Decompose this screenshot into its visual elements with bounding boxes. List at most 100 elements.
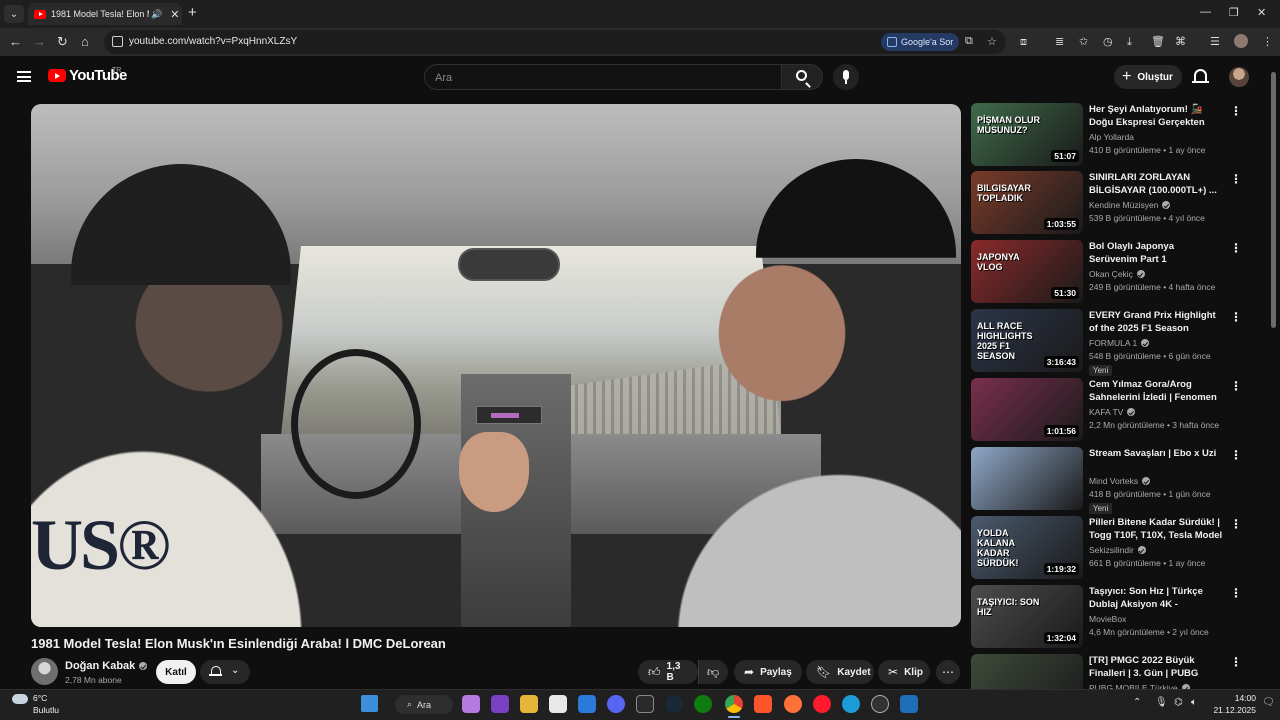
home-icon[interactable]: ⌂ [81, 34, 89, 50]
video-thumbnail[interactable]: YOLDA KALANA KADAR SÜRDÜK! 1:19:32 [971, 516, 1083, 579]
more-vertical-icon[interactable]: ⋮ [1230, 517, 1242, 531]
task-view-icon[interactable] [491, 695, 509, 713]
channel-name[interactable]: Okan Çekiç [1089, 269, 1133, 279]
dislike-button[interactable]: 👎︎ [698, 660, 728, 684]
discord-icon[interactable] [607, 695, 625, 713]
recommendation-item[interactable]: 1:01:56 Cem Yılmaz Gora/Arog Sahnelerini … [971, 378, 1251, 442]
more-vertical-icon[interactable]: ⋮ [1230, 586, 1242, 600]
chrome-icon[interactable] [725, 695, 743, 713]
firefox-icon[interactable] [784, 695, 802, 713]
browser-profile-avatar[interactable] [1234, 34, 1248, 48]
video-thumbnail[interactable]: JAPONYA VLOG 51:30 [971, 240, 1083, 303]
ask-google-button[interactable]: Google'a Sor [881, 33, 960, 51]
search-input[interactable] [435, 70, 765, 86]
video-thumbnail[interactable]: ALL RACE HIGHLIGHTS 2025 F1 SEASON 3:16:4… [971, 309, 1083, 372]
notifications-icon[interactable]: 🗨︎ [1262, 697, 1275, 708]
clip-button[interactable]: ✂ Klip [878, 660, 930, 684]
steam-client-icon[interactable] [900, 695, 918, 713]
microphone-tray-icon[interactable]: 🎙︎ [1155, 697, 1168, 708]
recommendation-item[interactable]: BILGISAYAR TOPLADIK 1:03:55 SINIRLARI ZORL… [971, 171, 1251, 235]
restore-button[interactable]: ❐ [1229, 6, 1239, 19]
windows-start-icon[interactable] [361, 695, 378, 712]
video-thumbnail[interactable]: PİŞMAN OLUR MUSUNUZ? 51:07 [971, 103, 1083, 166]
menu-hamburger-icon[interactable] [17, 71, 31, 82]
taskbar-search[interactable]: ⌕ Ara [395, 695, 453, 714]
url-text[interactable]: youtube.com/watch?v=PxqHnnXLZsY [129, 36, 297, 47]
channel-name[interactable]: KAFA TV [1089, 407, 1123, 417]
recommendation-title[interactable]: Stream Savaşları | Ebo x Uzi [1089, 447, 1225, 460]
address-bar[interactable]: youtube.com/watch?v=PxqHnnXLZsY Google'a… [104, 30, 1006, 54]
channel-avatar[interactable] [31, 658, 58, 685]
channel-name[interactable]: FORMULA 1 [1089, 338, 1137, 348]
recommendation-title[interactable]: Cem Yılmaz Gora/Arog Sahnelerini İzledi … [1089, 378, 1225, 404]
weather-description[interactable]: Bulutlu [33, 705, 59, 715]
recommendation-item[interactable]: TAŞIYICI: SON HIZ 1:32:04 Taşıyıcı: Son Hı… [971, 585, 1251, 649]
close-window-button[interactable]: ✕ [1257, 6, 1266, 19]
account-avatar[interactable] [1229, 67, 1249, 87]
recommendation-title[interactable]: EVERY Grand Prix Highlight of the 2025 F… [1089, 309, 1225, 335]
channel-name[interactable]: Sekizsilindir [1089, 545, 1134, 555]
install-app-icon[interactable]: ⧉ [965, 35, 973, 48]
tab-close-icon[interactable]: ✕ [170, 8, 179, 21]
cloud-weather-icon[interactable] [12, 694, 28, 704]
github-icon[interactable] [871, 695, 889, 713]
more-vertical-icon[interactable]: ⋮ [1230, 379, 1242, 393]
video-thumbnail[interactable]: TAŞIYICI: SON HIZ 1:32:04 [971, 585, 1083, 648]
recommendation-item[interactable]: JAPONYA VLOG 51:30 Bol Olaylı Japonya Serü… [971, 240, 1251, 304]
file-explorer-icon[interactable] [520, 695, 538, 713]
volume-icon[interactable]: 🔈︎ [1191, 697, 1197, 708]
recommendation-item[interactable]: ALL RACE HIGHLIGHTS 2025 F1 SEASON 3:16:4… [971, 309, 1251, 376]
trash-icon[interactable]: 🗑 [1151, 35, 1165, 49]
brave-icon[interactable] [754, 695, 772, 713]
more-vertical-icon[interactable]: ⋮ [1230, 172, 1242, 186]
create-button[interactable]: + Oluştur [1114, 65, 1182, 89]
recommendation-title[interactable]: Bol Olaylı Japonya Serüvenim Part 1 [1089, 240, 1225, 266]
translate-icon[interactable]: ⌘ [1175, 35, 1186, 49]
search-box[interactable] [424, 64, 782, 90]
site-info-icon[interactable] [112, 36, 123, 47]
video-player[interactable]: US® [31, 104, 961, 627]
reading-list-icon[interactable]: ☰ [1210, 35, 1220, 49]
recommendation-title[interactable]: Taşıyıcı: Son Hız | Türkçe Dublaj Aksiyo… [1089, 585, 1225, 611]
edge-icon[interactable] [842, 695, 860, 713]
extensions-icon[interactable]: ⧈ [1020, 35, 1027, 49]
recommendation-title[interactable]: [TR] PMGC 2022 Büyük Finalleri | 3. Gün … [1089, 654, 1225, 680]
recommendation-item[interactable]: PİŞMAN OLUR MUSUNUZ? 51:07 Her Şeyi Anlatı… [971, 103, 1251, 167]
recommendation-item[interactable]: YOLDA KALANA KADAR SÜRDÜK! 1:19:32 Pilleri… [971, 516, 1251, 580]
tab-list-button[interactable]: ⌄ [4, 5, 24, 23]
recommendation-channel[interactable]: KAFA TV [1089, 407, 1136, 417]
recommendation-title[interactable]: Her Şeyi Anlatıyorum! 🚂 Doğu Ekspresi Ge… [1089, 103, 1225, 129]
weather-temperature[interactable]: 6°C [33, 693, 47, 703]
channel-name-row[interactable]: Doğan Kabak [65, 660, 148, 672]
bookmark-star-icon[interactable]: ☆ [987, 35, 997, 48]
network-icon[interactable]: ⌬ [1174, 697, 1183, 708]
recommendation-channel[interactable]: MovieBox [1089, 614, 1126, 624]
clock-time[interactable]: 14:00 [1224, 693, 1256, 703]
recommendation-channel[interactable]: Alp Yollarda [1089, 132, 1134, 142]
recommendation-item[interactable]: Stream Savaşları | Ebo x Uzi Mind Vorteks… [971, 447, 1251, 514]
copilot-icon[interactable] [462, 695, 480, 713]
new-tab-button[interactable]: + [188, 5, 197, 21]
recommendation-channel[interactable]: Okan Çekiç [1089, 269, 1145, 279]
opera-icon[interactable] [813, 695, 831, 713]
recommendation-title[interactable]: Pilleri Bitene Kadar Sürdük! | Togg T10F… [1089, 516, 1225, 542]
more-vertical-icon[interactable]: ⋮ [1230, 448, 1242, 462]
favorites-icon[interactable]: ✩ [1079, 35, 1088, 49]
channel-name[interactable]: Kendine Müzisyen [1089, 200, 1158, 210]
outlook-icon[interactable] [578, 695, 596, 713]
download-icon[interactable]: ⤓ [1127, 35, 1132, 49]
channel-name[interactable]: Mind Vorteks [1089, 476, 1138, 486]
steam-icon[interactable] [665, 695, 683, 713]
tray-overflow-icon[interactable]: ⌃ [1133, 697, 1141, 708]
channel-name[interactable]: Doğan Kabak [65, 660, 135, 672]
voice-search-button[interactable] [833, 64, 859, 90]
search-button[interactable] [781, 64, 823, 90]
history-icon[interactable]: ◷ [1103, 35, 1113, 49]
like-button[interactable]: 👍︎ 1,3 B [638, 660, 698, 684]
recommendation-channel[interactable]: Kendine Müzisyen [1089, 200, 1171, 210]
more-vertical-icon[interactable]: ⋮ [1230, 310, 1242, 324]
recommendation-title[interactable]: SINIRLARI ZORLAYAN BİLGİSAYAR (100.000TL… [1089, 171, 1225, 197]
share-button[interactable]: ➦ Paylaş [734, 660, 802, 684]
browser-menu-icon[interactable]: ⋮ [1262, 35, 1273, 49]
forward-arrow-icon[interactable]: → [33, 34, 46, 50]
